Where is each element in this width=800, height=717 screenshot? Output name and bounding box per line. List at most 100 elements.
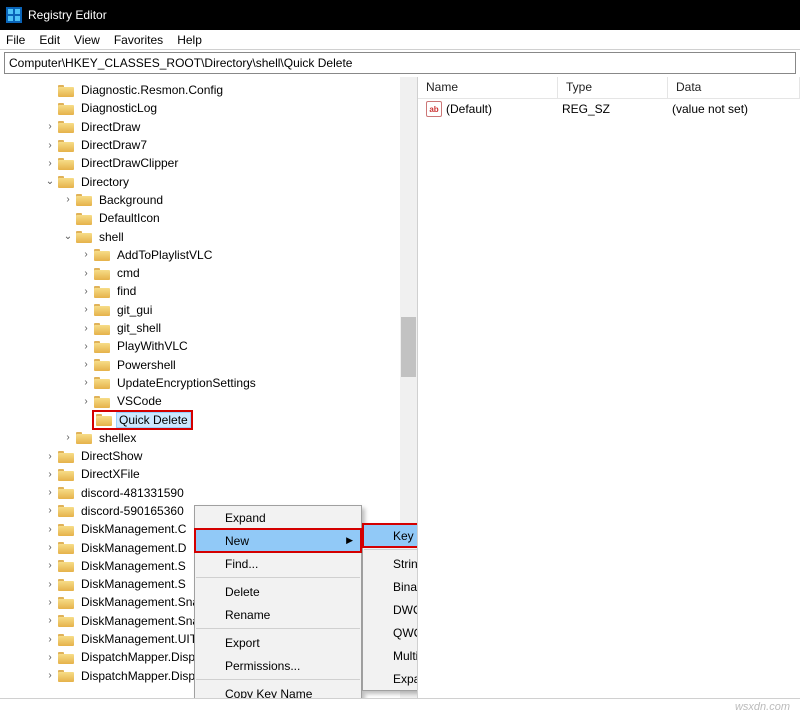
tree-item[interactable]: ⌄shell bbox=[0, 227, 417, 245]
tree-item[interactable]: ›DirectDrawClipper bbox=[0, 154, 417, 172]
expander-closed-icon[interactable]: › bbox=[44, 121, 56, 132]
menu-item-qword-64-bit-value[interactable]: QWORD (64-bit) Value bbox=[363, 621, 418, 644]
folder-icon bbox=[58, 651, 74, 664]
menu-item-delete[interactable]: Delete bbox=[195, 580, 361, 603]
expander-closed-icon[interactable]: › bbox=[80, 341, 92, 352]
tree-item[interactable]: ›DirectDraw7 bbox=[0, 136, 417, 154]
col-header-data[interactable]: Data bbox=[668, 77, 800, 98]
folder-icon bbox=[58, 450, 74, 463]
expander-closed-icon[interactable]: › bbox=[44, 579, 56, 590]
menu-item-permissions[interactable]: Permissions... bbox=[195, 654, 361, 677]
expander-closed-icon[interactable]: › bbox=[44, 158, 56, 169]
expander-closed-icon[interactable]: › bbox=[44, 140, 56, 151]
tree-item-label: DirectShow bbox=[78, 448, 145, 464]
menu-item-copy-key-name[interactable]: Copy Key Name bbox=[195, 682, 361, 698]
tree-item[interactable]: › DirectShow bbox=[0, 447, 417, 465]
tree-item[interactable]: ›Background bbox=[0, 191, 417, 209]
expander-closed-icon[interactable]: › bbox=[44, 597, 56, 608]
menu-favorites[interactable]: Favorites bbox=[114, 33, 163, 47]
expander-closed-icon[interactable]: › bbox=[44, 505, 56, 516]
col-header-name[interactable]: Name bbox=[418, 77, 558, 98]
tree-item[interactable]: ⌄Directory bbox=[0, 172, 417, 190]
menu-item-key[interactable]: Key bbox=[363, 524, 418, 547]
tree-item[interactable]: ›git_gui bbox=[0, 301, 417, 319]
tree-item[interactable]: ›DirectDraw bbox=[0, 118, 417, 136]
highlight-quick-delete: Quick Delete bbox=[92, 410, 193, 430]
menu-item-multi-string-value[interactable]: Multi-String Value bbox=[363, 644, 418, 667]
expander-closed-icon[interactable]: › bbox=[44, 451, 56, 462]
tree-item[interactable]: Diagnostic.Resmon.Config bbox=[0, 81, 417, 99]
expander-closed-icon[interactable]: › bbox=[80, 286, 92, 297]
tree-item[interactable]: DiagnosticLog bbox=[0, 99, 417, 117]
expander-closed-icon[interactable]: › bbox=[44, 670, 56, 681]
expander-closed-icon[interactable]: › bbox=[62, 194, 74, 205]
expander-closed-icon[interactable]: › bbox=[80, 304, 92, 315]
tree-pane[interactable]: Diagnostic.Resmon.ConfigDiagnosticLog›Di… bbox=[0, 77, 418, 698]
tree-item[interactable]: ›git_shell bbox=[0, 319, 417, 337]
tree-item[interactable]: ›discord-481331590 bbox=[0, 484, 417, 502]
values-pane[interactable]: Name Type Data ab (Default) REG_SZ (valu… bbox=[418, 77, 800, 698]
menu-item-string-value[interactable]: String Value bbox=[363, 552, 418, 575]
folder-icon bbox=[58, 633, 74, 646]
menu-view[interactable]: View bbox=[74, 33, 100, 47]
expander-closed-icon[interactable]: › bbox=[80, 359, 92, 370]
expander-closed-icon[interactable]: › bbox=[44, 524, 56, 535]
list-row[interactable]: ab (Default) REG_SZ (value not set) bbox=[418, 99, 800, 119]
col-header-type[interactable]: Type bbox=[558, 77, 668, 98]
expander-closed-icon[interactable]: › bbox=[80, 396, 92, 407]
expander-closed-icon[interactable]: › bbox=[80, 268, 92, 279]
tree-item[interactable]: ›PlayWithVLC bbox=[0, 337, 417, 355]
expander-closed-icon[interactable]: › bbox=[80, 377, 92, 388]
expander-closed-icon[interactable]: › bbox=[44, 634, 56, 645]
menu-item-find[interactable]: Find... bbox=[195, 552, 361, 575]
menu-item-export[interactable]: Export bbox=[195, 631, 361, 654]
tree-item[interactable]: › VSCode bbox=[0, 392, 417, 410]
tree-item-label: UpdateEncryptionSettings bbox=[114, 375, 259, 391]
expander-closed-icon[interactable]: › bbox=[44, 542, 56, 553]
menu-item-new[interactable]: New▶ bbox=[195, 529, 361, 552]
address-bar[interactable]: Computer\HKEY_CLASSES_ROOT\Directory\she… bbox=[4, 52, 796, 74]
menu-item-label: Expandable String Value bbox=[393, 672, 418, 686]
tree-item[interactable]: ›cmd bbox=[0, 264, 417, 282]
tree-item[interactable]: Quick Delete bbox=[0, 410, 417, 428]
expander-open-icon[interactable]: ⌄ bbox=[62, 231, 74, 242]
tree-item[interactable]: ›shellex bbox=[0, 429, 417, 447]
expander-closed-icon[interactable]: › bbox=[44, 469, 56, 480]
tree-item[interactable]: ›AddToPlaylistVLC bbox=[0, 246, 417, 264]
app-icon bbox=[6, 7, 22, 23]
context-submenu-new: Key String ValueBinary Value DWORD (32-bit… bbox=[362, 523, 418, 691]
titlebar: Registry Editor bbox=[0, 0, 800, 30]
tree-item[interactable]: ›DirectXFile bbox=[0, 465, 417, 483]
menu-item-expandable-string-value[interactable]: Expandable String Value bbox=[363, 667, 418, 690]
folder-icon bbox=[58, 84, 74, 97]
menu-item-expand[interactable]: Expand bbox=[195, 506, 361, 529]
expander-open-icon[interactable]: ⌄ bbox=[44, 176, 56, 187]
menu-item-label: DWORD (32-bit) Value bbox=[393, 603, 418, 617]
tree-item[interactable]: ›find bbox=[0, 282, 417, 300]
expander-closed-icon[interactable]: › bbox=[80, 249, 92, 260]
menu-help[interactable]: Help bbox=[177, 33, 202, 47]
folder-icon bbox=[58, 102, 74, 115]
menu-edit[interactable]: Edit bbox=[39, 33, 60, 47]
scrollbar-thumb[interactable] bbox=[401, 317, 416, 377]
menu-item-dword-32-bit-value[interactable]: DWORD (32-bit) Value bbox=[363, 598, 418, 621]
tree-item-label: VSCode bbox=[114, 393, 165, 409]
expander-closed-icon[interactable]: › bbox=[44, 615, 56, 626]
address-path: Computer\HKEY_CLASSES_ROOT\Directory\she… bbox=[9, 56, 352, 70]
expander-closed-icon[interactable]: › bbox=[62, 432, 74, 443]
tree-item-label: discord-590165360 bbox=[78, 503, 187, 519]
expander-closed-icon[interactable]: › bbox=[44, 652, 56, 663]
menu-file[interactable]: File bbox=[6, 33, 25, 47]
expander-closed-icon[interactable]: › bbox=[44, 560, 56, 571]
menu-item-rename[interactable]: Rename bbox=[195, 603, 361, 626]
expander-closed-icon[interactable]: › bbox=[44, 487, 56, 498]
value-name: (Default) bbox=[446, 102, 562, 116]
tree-item[interactable]: DefaultIcon bbox=[0, 209, 417, 227]
expander-closed-icon[interactable]: › bbox=[80, 323, 92, 334]
tree-item-label: DiskManagement.S bbox=[78, 576, 189, 592]
menu-item-label: Multi-String Value bbox=[393, 649, 418, 663]
tree-item[interactable]: ›Powershell bbox=[0, 355, 417, 373]
menu-item-binary-value[interactable]: Binary Value bbox=[363, 575, 418, 598]
tree-item[interactable]: › UpdateEncryptionSettings bbox=[0, 374, 417, 392]
submenu-arrow-icon: ▶ bbox=[346, 535, 353, 546]
